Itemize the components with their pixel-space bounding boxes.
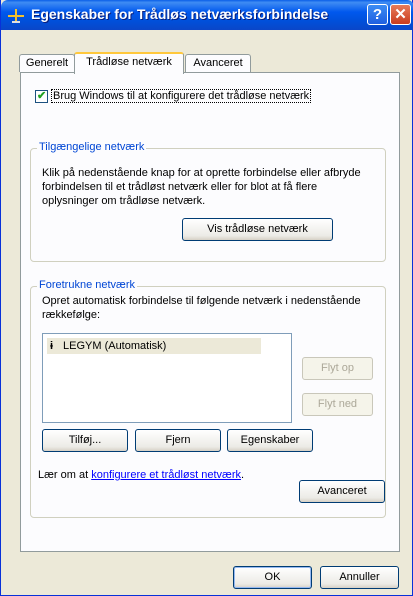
- window-title: Egenskaber for Trådløs netværksforbindel…: [31, 6, 329, 22]
- network-name: LEGYM (Automatisk): [63, 340, 167, 352]
- close-icon: ✕: [394, 6, 407, 23]
- properties-button[interactable]: Egenskaber: [227, 429, 313, 452]
- use-windows-label[interactable]: Brug Windows til at konfigurere det tråd…: [51, 89, 312, 103]
- help-icon: ?: [372, 6, 383, 23]
- available-networks-title: Tilgængelige netværk: [37, 141, 147, 153]
- remove-button[interactable]: Fjern: [135, 429, 221, 452]
- preferred-networks-description: Opret automatisk forbindelse til følgend…: [42, 295, 361, 321]
- wireless-antenna-icon: ɨ: [50, 340, 54, 352]
- advanced-button[interactable]: Avanceret: [299, 480, 385, 503]
- use-windows-checkbox[interactable]: ✔: [35, 90, 48, 103]
- learn-prefix: Lær om at: [38, 469, 89, 481]
- cancel-button[interactable]: Annuller: [320, 566, 399, 589]
- configure-wireless-link[interactable]: konfigurere et trådløst netværk: [91, 469, 241, 481]
- available-networks-description: Klik på nedenstående knap for at oprette…: [42, 167, 361, 207]
- ok-button[interactable]: OK: [233, 566, 312, 589]
- move-down-button[interactable]: Flyt ned: [302, 393, 373, 416]
- preferred-networks-list[interactable]: ɨ LEGYM (Automatisk): [42, 333, 292, 423]
- list-item[interactable]: ɨ LEGYM (Automatisk): [47, 338, 261, 354]
- tab-advanced[interactable]: Avanceret: [185, 54, 251, 72]
- tab-wireless-networks[interactable]: Trådløse netværk: [74, 52, 184, 74]
- close-button[interactable]: ✕: [390, 4, 411, 25]
- properties-dialog: Egenskaber for Trådløs netværksforbindel…: [0, 0, 413, 596]
- title-bar[interactable]: Egenskaber for Trådløs netværksforbindel…: [1, 0, 413, 30]
- tab-general[interactable]: Generelt: [19, 54, 75, 72]
- view-wireless-networks-button[interactable]: Vis trådløse netværk: [182, 218, 333, 241]
- learn-suffix: .: [241, 469, 245, 481]
- add-button[interactable]: Tilføj...: [42, 429, 128, 452]
- checkmark-icon: ✔: [37, 90, 47, 102]
- preferred-networks-title: Foretrukne netværk: [37, 279, 137, 291]
- move-up-button[interactable]: Flyt op: [302, 357, 373, 380]
- network-connection-icon: [7, 6, 25, 24]
- learn-more-text: Lær om at konfigurere et trådløst netvær…: [38, 468, 244, 482]
- help-button[interactable]: ?: [367, 4, 388, 25]
